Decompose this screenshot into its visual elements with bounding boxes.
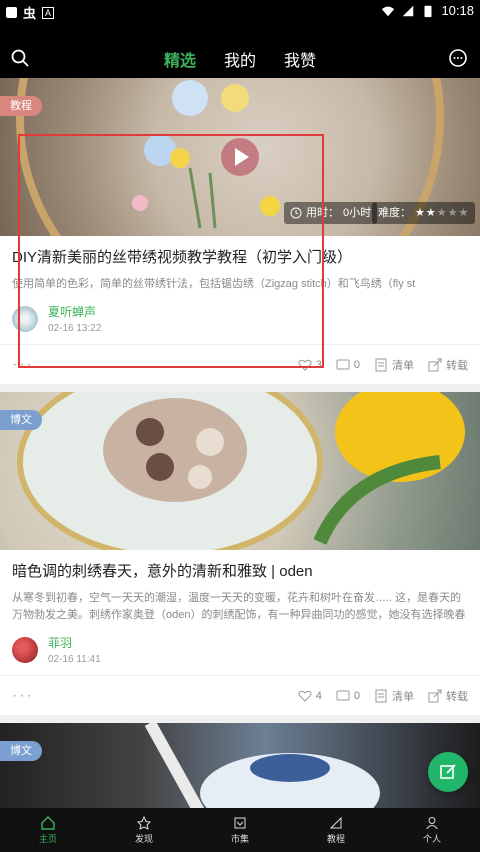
top-bar: 精选 我的 我赞	[0, 22, 480, 80]
shop-icon	[234, 817, 246, 828]
author-row[interactable]: 菲羽 02-16 11:41	[12, 634, 468, 665]
nav-discover[interactable]: 发现	[134, 815, 153, 845]
share-button[interactable]: 转载	[428, 688, 468, 704]
edit-icon	[440, 764, 456, 779]
avatar[interactable]	[12, 636, 38, 663]
battery-icon	[424, 5, 432, 17]
post-date: 02-16 11:41	[48, 654, 101, 665]
user-icon	[426, 816, 438, 829]
feed-card[interactable]: 教程 用时： 0小时 难度： ★★★★★ DIY清新美丽的丝带绣视频教学教程（初…	[0, 78, 480, 384]
heart-icon	[298, 359, 312, 371]
star-icon	[136, 815, 151, 830]
category-badge: 教程	[0, 96, 42, 116]
avatar[interactable]	[12, 305, 38, 332]
porcelain-illustration	[144, 723, 380, 813]
tab-mine[interactable]: 我的	[224, 47, 256, 77]
nav-label: 主页	[38, 833, 57, 844]
difficulty-pill: 难度： ★★★★★	[372, 202, 476, 224]
nav-profile[interactable]: 个人	[423, 816, 441, 845]
comment-button[interactable]: 0	[336, 358, 360, 372]
post-date: 02-16 13:22	[48, 323, 102, 334]
more-icon[interactable]: ···	[12, 687, 284, 705]
chat-icon[interactable]	[448, 48, 468, 68]
difficulty-label: 难度：	[378, 207, 411, 219]
category-badge: 博文	[0, 741, 42, 761]
comment-count: 0	[353, 358, 360, 371]
like-button[interactable]: 3	[298, 358, 322, 372]
nav-label: 发现	[134, 833, 153, 844]
card-description: 使用简单的色彩，简单的丝带绣针法，包括锯齿绣（Zigzag stitch）和飞鸟…	[12, 278, 416, 290]
card-title[interactable]: 暗色调的刺绣春天，意外的清新和雅致 | oden	[12, 562, 468, 582]
comment-button[interactable]: 0	[336, 689, 360, 703]
tab-featured[interactable]: 精选	[164, 47, 196, 80]
like-count: 3	[315, 358, 322, 371]
like-count: 4	[315, 689, 322, 702]
duration-value: 0小时	[343, 207, 372, 219]
signal-icon	[403, 5, 414, 16]
collect-button[interactable]: 清单	[374, 688, 414, 704]
card-title[interactable]: DIY清新美丽的丝带绣视频教学教程（初学入门级）	[12, 248, 468, 268]
collect-label: 清单	[392, 359, 414, 372]
nav-home[interactable]: 主页	[38, 815, 57, 845]
notification-icon: 虫	[23, 6, 37, 21]
wifi-icon	[382, 6, 395, 16]
nav-market[interactable]: 市集	[231, 816, 249, 845]
author-name[interactable]: 夏听蝉声	[48, 303, 101, 320]
bottom-nav: 主页 发现 市集 教程 个人	[0, 808, 480, 852]
share-icon	[428, 689, 442, 702]
home-icon	[41, 815, 55, 830]
author-name[interactable]: 菲羽	[48, 634, 101, 651]
cover-image[interactable]: 博文	[0, 392, 480, 550]
list-icon	[375, 689, 387, 702]
comment-count: 0	[353, 689, 360, 702]
cover-image[interactable]: 博文	[0, 723, 480, 813]
status-bar: 虫 A 10:18	[0, 0, 480, 22]
comment-icon	[336, 690, 350, 700]
share-icon	[428, 358, 442, 371]
cover-image[interactable]: 教程 用时： 0小时 难度： ★★★★★	[0, 78, 480, 236]
comment-icon	[336, 359, 350, 369]
duration-label: 用时：	[306, 207, 339, 219]
feed-tabs: 精选 我的 我赞	[0, 47, 480, 80]
card-actions: ··· 4 0 清单 转载	[0, 675, 480, 715]
difficulty-stars: ★★★★★	[415, 207, 470, 219]
share-label: 转载	[446, 359, 468, 372]
status-time: 10:18	[441, 3, 474, 18]
share-label: 转载	[446, 690, 468, 703]
card-description: 从寒冬到初春，空气一天天的潮湿，温度一天天的变暖，花卉和树叶在奋发….. 这，是…	[12, 592, 466, 621]
embroidery-plate-illustration	[17, 392, 465, 550]
tab-liked[interactable]: 我赞	[284, 47, 316, 77]
feed-list: 教程 用时： 0小时 难度： ★★★★★ DIY清新美丽的丝带绣视频教学教程（初…	[0, 78, 480, 821]
text-a-icon: A	[42, 6, 55, 19]
feed-card[interactable]: 博文 暗色调的刺绣春天，意外的清新和雅致 | oden 从寒冬到初春，空气一天天…	[0, 392, 480, 715]
like-button[interactable]: 4	[298, 689, 322, 703]
play-icon[interactable]	[221, 138, 259, 176]
compose-button[interactable]	[428, 752, 468, 792]
pencil-icon	[329, 816, 342, 828]
duration-pill: 用时： 0小时	[284, 202, 378, 224]
author-row[interactable]: 夏听蝉声 02-16 13:22	[12, 303, 468, 334]
collect-button[interactable]: 清单	[374, 357, 414, 373]
list-icon	[375, 358, 387, 371]
card-actions: ··· 3 0 清单 转载	[0, 344, 480, 384]
category-badge: 博文	[0, 410, 42, 430]
nav-label: 市集	[230, 833, 249, 844]
collect-label: 清单	[392, 690, 414, 703]
nav-tutorial[interactable]: 教程	[327, 816, 345, 845]
clock-icon	[290, 207, 302, 219]
more-icon[interactable]: ···	[12, 356, 284, 374]
heart-icon	[298, 690, 312, 702]
app-square-icon	[6, 7, 17, 18]
nav-label: 教程	[326, 833, 345, 844]
share-button[interactable]: 转载	[428, 357, 468, 373]
feed-card[interactable]: 博文	[0, 723, 480, 813]
nav-label: 个人	[422, 833, 441, 844]
